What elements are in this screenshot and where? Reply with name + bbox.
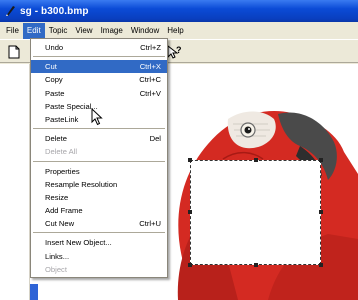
menu-separator bbox=[33, 56, 165, 58]
menu-item-paste[interactable]: Paste Ctrl+V bbox=[31, 87, 167, 100]
workspace-background bbox=[0, 64, 30, 300]
menu-item-shortcut: Ctrl+X bbox=[139, 62, 161, 72]
new-document-icon[interactable] bbox=[6, 44, 22, 60]
menu-item-cut-new[interactable]: Cut New Ctrl+U bbox=[31, 217, 167, 230]
resize-handle-ne[interactable] bbox=[319, 158, 323, 162]
selection-rectangle[interactable] bbox=[188, 158, 323, 267]
menu-item-resample-resolution[interactable]: Resample Resolution bbox=[31, 178, 167, 191]
window-title: sg - b300.bmp bbox=[20, 5, 89, 17]
menu-item-label: Cut New bbox=[45, 219, 75, 229]
menu-edit[interactable]: Edit bbox=[22, 22, 45, 39]
menu-item-delete[interactable]: Delete Del bbox=[31, 132, 167, 145]
menu-item-add-frame[interactable]: Add Frame bbox=[31, 204, 167, 217]
menu-item-shortcut: Del bbox=[149, 134, 161, 144]
resize-handle-s[interactable] bbox=[254, 263, 258, 267]
menu-item-copy[interactable]: Copy Ctrl+C bbox=[31, 73, 167, 86]
resize-handle-se[interactable] bbox=[319, 263, 323, 267]
menu-window[interactable]: Window bbox=[127, 23, 163, 39]
menu-topic[interactable]: Topic bbox=[45, 23, 72, 39]
menu-item-label: Paste bbox=[45, 88, 65, 98]
menu-item-label: Copy bbox=[45, 75, 63, 85]
menu-separator bbox=[33, 160, 165, 162]
menu-item-shortcut: Ctrl+Z bbox=[140, 43, 161, 52]
menu-item-label: Add Frame bbox=[45, 206, 83, 216]
title-bar[interactable]: sg - b300.bmp bbox=[0, 0, 358, 22]
menu-item-resize[interactable]: Resize bbox=[31, 191, 167, 204]
mouse-pointer-icon bbox=[91, 107, 103, 126]
document-window-border bbox=[30, 284, 38, 300]
menu-item-properties[interactable]: Properties bbox=[31, 165, 167, 178]
menu-item-insert-new-object[interactable]: Insert New Object... bbox=[31, 236, 167, 249]
menu-item-shortcut: Ctrl+V bbox=[139, 88, 161, 98]
resize-handle-nw[interactable] bbox=[188, 158, 192, 162]
menu-item-object: Object bbox=[31, 263, 167, 276]
app-pen-icon bbox=[4, 5, 16, 17]
menu-image[interactable]: Image bbox=[97, 23, 127, 39]
resize-handle-sw[interactable] bbox=[188, 263, 192, 267]
menu-separator bbox=[33, 128, 165, 130]
menu-item-delete-all: Delete All bbox=[31, 145, 167, 158]
menu-item-label: Properties bbox=[45, 166, 80, 176]
menu-item-label: Undo bbox=[45, 43, 64, 52]
resize-handle-n[interactable] bbox=[254, 158, 258, 162]
menu-item-label: Links... bbox=[45, 251, 70, 261]
menu-item-label: Delete bbox=[45, 134, 67, 144]
menu-item-shortcut: Ctrl+C bbox=[139, 75, 161, 85]
menu-help[interactable]: Help bbox=[163, 23, 187, 39]
menu-item-label: Resize bbox=[45, 192, 69, 202]
menu-item-undo[interactable]: Undo Ctrl+Z bbox=[31, 41, 167, 54]
menu-item-label: PasteLink bbox=[45, 114, 79, 124]
edit-menu-dropdown: Undo Ctrl+Z Cut Ctrl+X Copy Ctrl+C Paste… bbox=[30, 38, 168, 278]
menu-item-cut[interactable]: Cut Ctrl+X bbox=[31, 60, 167, 74]
menu-item-label: Cut bbox=[45, 62, 57, 72]
menu-item-links[interactable]: Links... bbox=[31, 250, 167, 263]
menu-bar: File Edit Topic View Image Window Help bbox=[0, 22, 358, 39]
menu-separator bbox=[33, 232, 165, 234]
menu-item-label: Insert New Object... bbox=[45, 238, 112, 248]
application-window: sg - b300.bmp File Edit Topic View Image… bbox=[0, 0, 358, 300]
menu-item-label: Delete All bbox=[45, 147, 78, 157]
menu-item-label: Object bbox=[45, 264, 67, 274]
menu-view[interactable]: View bbox=[71, 23, 96, 39]
menu-file[interactable]: File bbox=[2, 23, 23, 39]
menu-item-label: Resample Resolution bbox=[45, 179, 118, 189]
help-pointer-icon[interactable]: ? bbox=[166, 44, 182, 60]
resize-handle-e[interactable] bbox=[319, 210, 323, 214]
menu-item-shortcut: Ctrl+U bbox=[139, 219, 161, 229]
menu-item-label: Paste Special... bbox=[45, 101, 98, 111]
svg-text:?: ? bbox=[176, 45, 182, 55]
resize-handle-w[interactable] bbox=[188, 210, 192, 214]
